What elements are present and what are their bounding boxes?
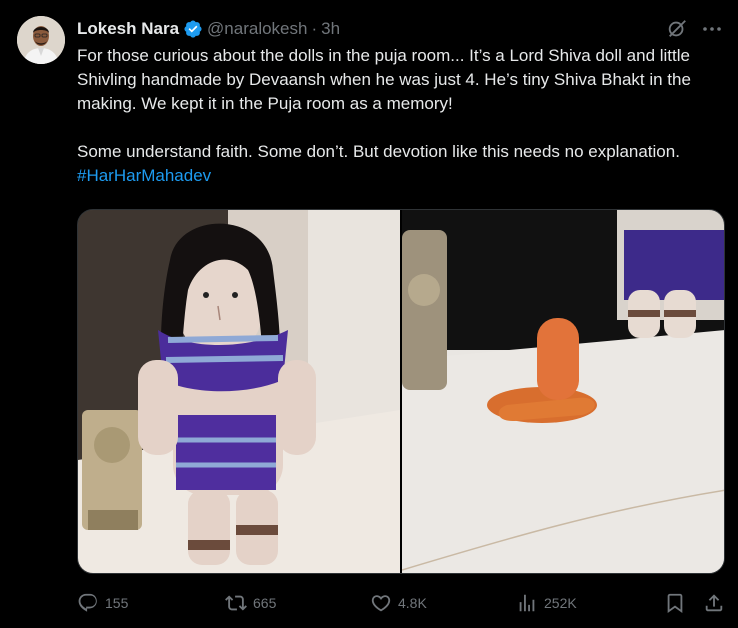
hashtag-link[interactable]: #HarHarMahadev xyxy=(77,166,211,185)
tweet[interactable]: Lokesh Nara @naralokesh · 3h For those c… xyxy=(0,0,738,628)
repost-button[interactable]: 665 xyxy=(225,588,276,618)
reply-button[interactable]: 155 xyxy=(77,588,128,618)
views-count: 252K xyxy=(544,595,577,611)
author-name[interactable]: Lokesh Nara xyxy=(77,19,179,39)
author-handle[interactable]: @naralokesh xyxy=(207,19,307,39)
tweet-text-paragraph-1: For those curious about the dolls in the… xyxy=(77,46,691,113)
share-button[interactable] xyxy=(703,588,725,618)
tweet-text-paragraph-2: Some understand faith. Some don’t. But d… xyxy=(77,140,727,188)
bookmark-button[interactable] xyxy=(664,588,686,618)
views-icon xyxy=(519,594,535,612)
verified-badge-icon[interactable] xyxy=(183,19,203,39)
like-button[interactable]: 4.8K xyxy=(370,588,427,618)
reply-icon xyxy=(78,593,97,612)
media-gallery xyxy=(77,209,725,574)
tweet-text: For those curious about the dolls in the… xyxy=(77,44,727,188)
separator-dot: · xyxy=(311,19,318,38)
reply-count: 155 xyxy=(105,595,129,611)
like-count: 4.8K xyxy=(398,595,427,611)
more-options-icon[interactable] xyxy=(700,18,724,40)
repost-icon xyxy=(225,595,247,611)
tweet-header: Lokesh Nara @naralokesh · 3h xyxy=(77,18,340,40)
grok-icon[interactable] xyxy=(666,18,688,40)
bookmark-icon xyxy=(667,593,683,614)
heart-icon xyxy=(371,595,391,612)
photo-shiva-doll[interactable] xyxy=(78,210,400,573)
repost-count: 665 xyxy=(253,595,277,611)
timestamp[interactable]: 3h xyxy=(321,19,340,39)
share-icon xyxy=(705,594,723,612)
tweet-text-paragraph-2-body: Some understand faith. Some don’t. But d… xyxy=(77,142,680,161)
photo-shivling[interactable] xyxy=(402,210,724,573)
avatar[interactable] xyxy=(17,16,65,64)
avatar-image xyxy=(17,16,65,64)
views-button[interactable]: 252K xyxy=(516,588,577,618)
action-bar: 155 665 4.8K 252K xyxy=(77,588,727,618)
